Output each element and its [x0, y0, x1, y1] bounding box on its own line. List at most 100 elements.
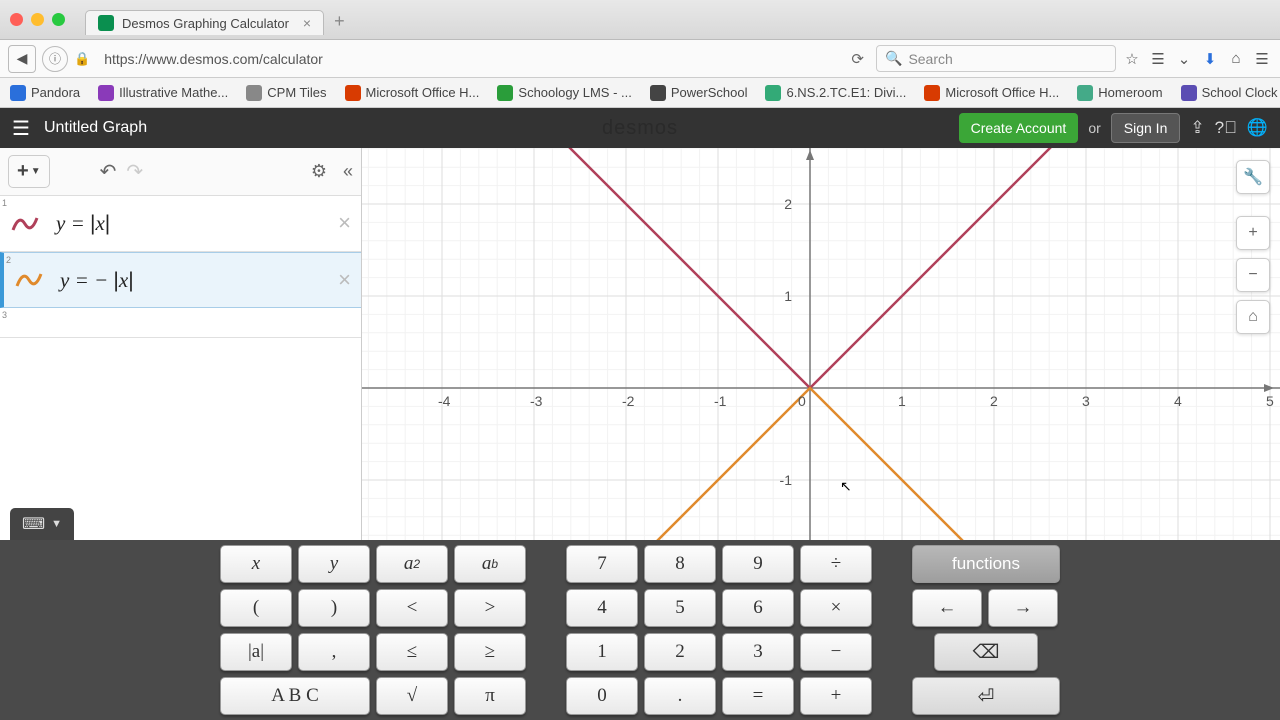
bookmark-item[interactable]: 6.NS.2.TC.E1: Divi... — [765, 85, 906, 101]
key-+[interactable]: + — [800, 677, 872, 715]
backspace-button[interactable]: ⌫ — [934, 633, 1038, 671]
bookmark-item[interactable]: School Clock | Fro... — [1181, 85, 1280, 101]
bookmark-label: Illustrative Mathe... — [119, 85, 228, 100]
site-info-icon[interactable]: ⓘ — [42, 46, 68, 72]
delete-expression-icon[interactable]: × — [338, 210, 351, 236]
key-[interactable]: > — [454, 589, 526, 627]
bookmark-item[interactable]: Pandora — [10, 85, 80, 101]
reader-icon[interactable]: ☰ — [1148, 50, 1168, 68]
key-8[interactable]: 8 — [644, 545, 716, 583]
settings-icon[interactable]: ⚙ — [311, 161, 327, 182]
key-a[interactable]: a2 — [376, 545, 448, 583]
browser-tab[interactable]: Desmos Graphing Calculator × — [85, 10, 324, 35]
key-[interactable]: < — [376, 589, 448, 627]
svg-text:2: 2 — [784, 196, 792, 212]
delete-expression-icon[interactable]: × — [338, 267, 351, 293]
home-icon[interactable]: ⌂ — [1226, 50, 1246, 67]
language-icon[interactable]: 🌐 — [1247, 118, 1268, 138]
help-icon[interactable]: ?⃝ — [1215, 118, 1237, 138]
key-5[interactable]: 5 — [644, 589, 716, 627]
share-icon[interactable]: ⇪ — [1190, 118, 1204, 138]
minimize-window-icon[interactable] — [31, 13, 44, 26]
key-6[interactable]: 6 — [722, 589, 794, 627]
expression-row[interactable]: 2y = − |x|× — [0, 252, 361, 308]
lock-icon: 🔒 — [74, 51, 90, 67]
expression-formula[interactable]: y = − |x| — [60, 268, 134, 293]
bookmark-item[interactable]: CPM Tiles — [246, 85, 326, 101]
wrench-icon[interactable]: 🔧 — [1236, 160, 1270, 194]
sign-in-button[interactable]: Sign In — [1111, 113, 1181, 143]
collapse-sidebar-icon[interactable]: « — [343, 161, 353, 182]
graph-canvas[interactable]: -4-3-2-112345021-1 🔧 + − ⌂ ↖ — [362, 148, 1280, 540]
expression-formula[interactable]: y = |x| — [56, 211, 110, 236]
svg-text:0: 0 — [798, 393, 806, 409]
bookmark-label: CPM Tiles — [267, 85, 326, 100]
zoom-home-button[interactable]: ⌂ — [1236, 300, 1270, 334]
redo-icon[interactable]: ↷ — [126, 159, 143, 184]
cursor-right-button[interactable]: → — [988, 589, 1058, 627]
zoom-in-button[interactable]: + — [1236, 216, 1270, 250]
keyboard-toggle[interactable]: ⌨ ▼ — [10, 508, 74, 540]
key-2[interactable]: 2 — [644, 633, 716, 671]
key-a[interactable]: |a| — [220, 633, 292, 671]
bookmark-item[interactable]: Microsoft Office H... — [345, 85, 480, 101]
undo-icon[interactable]: ↶ — [100, 159, 117, 184]
expression-color-swatch[interactable] — [12, 263, 46, 297]
expression-color-swatch[interactable] — [8, 207, 42, 241]
key-÷[interactable]: ÷ — [800, 545, 872, 583]
reload-icon[interactable]: ⟳ — [851, 50, 864, 68]
key-1[interactable]: 1 — [566, 633, 638, 671]
pocket-icon[interactable]: ⌄ — [1174, 50, 1194, 68]
key-[interactable]: , — [298, 633, 370, 671]
expression-row[interactable]: 1 y = |x| × — [0, 196, 361, 252]
menu-icon[interactable]: ☰ — [1252, 50, 1272, 68]
downloads-icon[interactable]: ⬇ — [1200, 50, 1220, 68]
graph-title[interactable]: Untitled Graph — [44, 119, 147, 137]
back-button[interactable]: ◀ — [8, 45, 36, 73]
key-y[interactable]: y — [298, 545, 370, 583]
key-abc[interactable]: A B C — [220, 677, 370, 715]
key-3[interactable]: 3 — [722, 633, 794, 671]
close-tab-icon[interactable]: × — [303, 15, 311, 31]
maximize-window-icon[interactable] — [52, 13, 65, 26]
expression-number: 1 — [2, 198, 7, 208]
bookmark-item[interactable]: Homeroom — [1077, 85, 1162, 101]
expression-row[interactable]: 3 — [0, 308, 361, 338]
key-9[interactable]: 9 — [722, 545, 794, 583]
window-titlebar: Desmos Graphing Calculator × + — [0, 0, 1280, 40]
key-x[interactable]: x — [220, 545, 292, 583]
bookmark-item[interactable]: PowerSchool — [650, 85, 748, 101]
new-tab-button[interactable]: + — [334, 11, 345, 32]
sidebar-toolbar: +▼ ↶ ↷ ⚙ « — [0, 148, 361, 196]
hamburger-icon[interactable]: ☰ — [12, 116, 30, 141]
bookmark-label: Microsoft Office H... — [945, 85, 1059, 100]
bookmark-item[interactable]: Microsoft Office H... — [924, 85, 1059, 101]
create-account-button[interactable]: Create Account — [959, 113, 1079, 143]
functions-button[interactable]: functions — [912, 545, 1060, 583]
key-[interactable]: π — [454, 677, 526, 715]
key-[interactable]: ≤ — [376, 633, 448, 671]
key-−[interactable]: − — [800, 633, 872, 671]
key-[interactable]: ≥ — [454, 633, 526, 671]
search-input[interactable]: 🔍 Search — [876, 45, 1116, 72]
key-=[interactable]: = — [722, 677, 794, 715]
key-4[interactable]: 4 — [566, 589, 638, 627]
bookmark-item[interactable]: Illustrative Mathe... — [98, 85, 228, 101]
url-input[interactable]: https://www.desmos.com/calculator — [96, 51, 845, 67]
close-window-icon[interactable] — [10, 13, 23, 26]
key-[interactable]: ) — [298, 589, 370, 627]
bookmark-star-icon[interactable]: ☆ — [1122, 50, 1142, 68]
add-expression-button[interactable]: +▼ — [8, 155, 50, 188]
key-0[interactable]: 0 — [566, 677, 638, 715]
zoom-out-button[interactable]: − — [1236, 258, 1270, 292]
key-[interactable]: √ — [376, 677, 448, 715]
enter-button[interactable]: ⏎ — [912, 677, 1060, 715]
key-.[interactable]: . — [644, 677, 716, 715]
key-7[interactable]: 7 — [566, 545, 638, 583]
bookmark-item[interactable]: Schoology LMS - ... — [497, 85, 631, 101]
key-×[interactable]: × — [800, 589, 872, 627]
key-[interactable]: ( — [220, 589, 292, 627]
svg-text:-3: -3 — [530, 393, 543, 409]
cursor-left-button[interactable]: ← — [912, 589, 982, 627]
key-a[interactable]: ab — [454, 545, 526, 583]
